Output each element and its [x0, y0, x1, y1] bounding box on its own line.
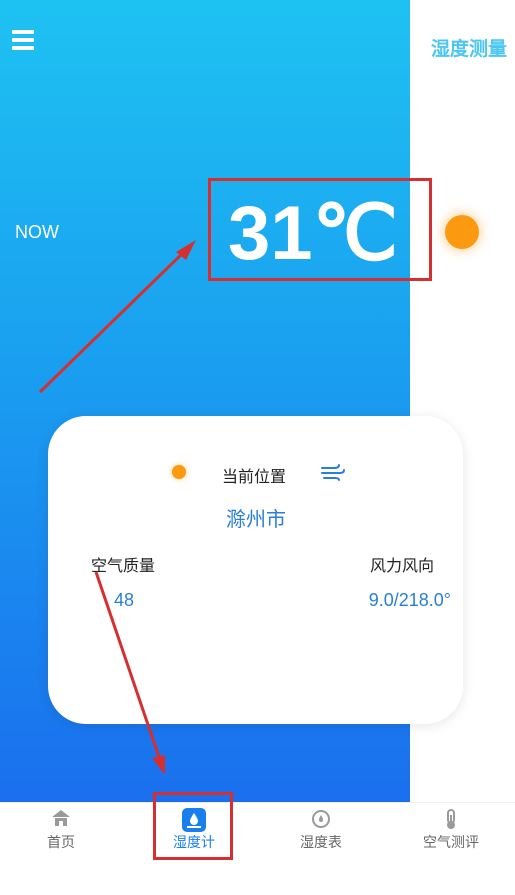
nav-highlight-box — [153, 792, 233, 860]
nav-item-humidity-gauge[interactable]: 湿度表 — [257, 803, 385, 895]
air-quality-label: 空气质量 — [91, 556, 156, 575]
thermometer-icon — [447, 809, 455, 829]
city-name: 滁州市 — [226, 507, 286, 531]
location-dot-icon — [172, 465, 186, 479]
gauge-icon — [312, 810, 330, 828]
bottom-nav: 首页 湿度计 湿度表 空气测评 — [0, 802, 515, 895]
wind-label: 风力风向 — [369, 556, 434, 575]
now-label: NOW — [15, 222, 59, 242]
air-quality-value: 48 — [114, 590, 135, 610]
app-title: 湿度测量 — [430, 38, 507, 60]
current-location-label: 当前位置 — [222, 467, 287, 486]
wind-value: 9.0/218.0° — [368, 590, 451, 610]
home-icon — [52, 810, 70, 826]
nav-item-home[interactable]: 首页 — [0, 803, 125, 895]
wind-icon — [321, 464, 345, 481]
nav-label-home: 首页 — [47, 835, 75, 851]
temperature-highlight-box — [208, 178, 432, 281]
nav-item-air-assessment[interactable]: 空气测评 — [387, 803, 515, 895]
menu-icon[interactable] — [12, 30, 34, 50]
sun-icon — [445, 215, 479, 249]
nav-label-humidity-gauge: 湿度表 — [300, 835, 342, 851]
nav-label-air-assessment: 空气测评 — [423, 835, 479, 851]
